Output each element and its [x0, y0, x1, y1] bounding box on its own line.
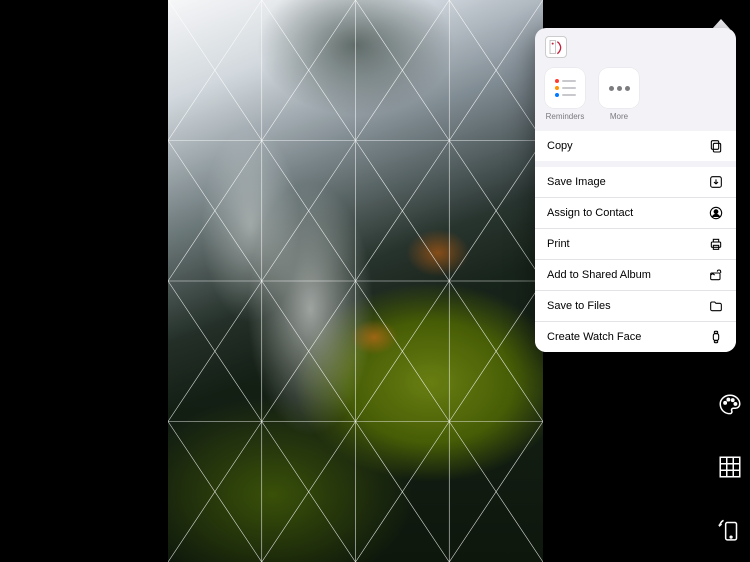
download-icon: [708, 174, 724, 190]
share-reminders[interactable]: Reminders: [545, 68, 585, 121]
contact-icon: [708, 205, 724, 221]
reminders-icon: [545, 68, 585, 108]
palette-icon: [717, 392, 743, 418]
save-to-files-action[interactable]: Save to Files: [535, 290, 736, 321]
action-label: Create Watch Face: [547, 331, 641, 343]
share-label: Reminders: [546, 112, 585, 121]
action-label: Print: [547, 238, 570, 250]
action-group-copy: Copy: [535, 131, 736, 161]
share-label: More: [610, 112, 628, 121]
add-shared-album-action[interactable]: Add to Shared Album: [535, 259, 736, 290]
app-thumbnail: [545, 36, 567, 58]
grid-button[interactable]: [717, 454, 743, 480]
watch-icon: [708, 329, 724, 345]
share-targets-row: Reminders More: [535, 68, 736, 131]
save-image-action[interactable]: Save Image: [535, 167, 736, 197]
grid-icon: [717, 454, 743, 480]
create-watch-face-action[interactable]: Create Watch Face: [535, 321, 736, 352]
share-sheet-header: [535, 28, 736, 68]
photo-canvas[interactable]: [168, 0, 543, 562]
printer-icon: [708, 236, 724, 252]
assign-contact-action[interactable]: Assign to Contact: [535, 197, 736, 228]
rotate-device-icon: [717, 516, 743, 542]
action-label: Add to Shared Album: [547, 269, 651, 281]
action-label: Save Image: [547, 176, 606, 188]
rotate-device-button[interactable]: [717, 516, 743, 542]
folder-icon: [708, 298, 724, 314]
photo: [168, 0, 543, 562]
more-icon: [599, 68, 639, 108]
action-label: Assign to Contact: [547, 207, 633, 219]
share-more[interactable]: More: [599, 68, 639, 121]
shared-album-icon: [708, 267, 724, 283]
palette-button[interactable]: [717, 392, 743, 418]
copy-action[interactable]: Copy: [535, 131, 736, 161]
action-label: Save to Files: [547, 300, 611, 312]
action-label: Copy: [547, 140, 573, 152]
share-sheet: Reminders More Copy Save Image Assign to…: [535, 28, 736, 352]
action-group-main: Save Image Assign to Contact Print Add t…: [535, 167, 736, 352]
copy-icon: [708, 138, 724, 154]
print-action[interactable]: Print: [535, 228, 736, 259]
